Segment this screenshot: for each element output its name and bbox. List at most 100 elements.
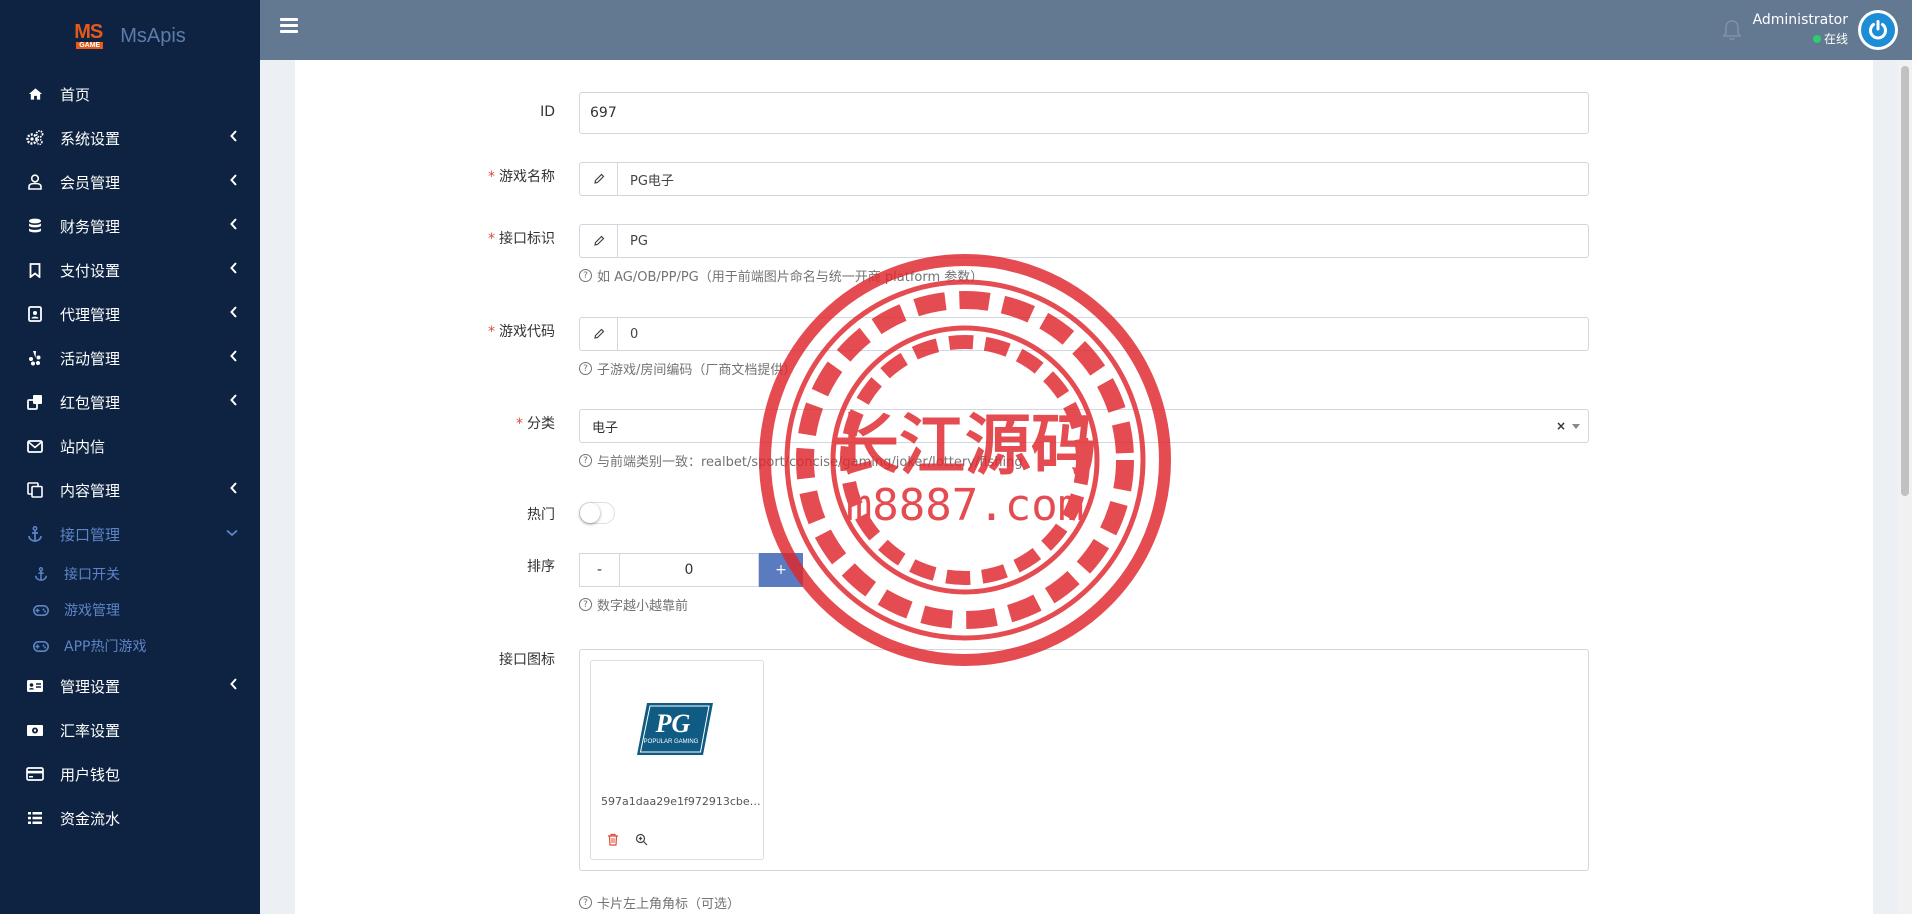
game-name-value: PG电子: [630, 173, 674, 189]
main-content: ID 697 * 游戏名称 PG电子 * 接口标识 PG ? 如 AG/OB/PP/P…: [295, 60, 1873, 914]
sidebar-item-home[interactable]: 首页: [0, 72, 260, 116]
anchor-icon: [32, 567, 50, 581]
api-code-label: * 接口标识: [488, 231, 555, 247]
game-name-label: * 游戏名称: [488, 169, 555, 185]
sidebar-item-label: 支付设置: [60, 261, 121, 280]
api-code-input[interactable]: PG: [579, 224, 1589, 258]
sidebar-subitem-api-switch[interactable]: 接口开关: [0, 556, 260, 592]
database-icon: [26, 217, 44, 235]
hot-field: [579, 502, 1589, 524]
sidebar-item-label: 管理设置: [60, 677, 121, 696]
pg-logo-image: PG POPULAR GAMING: [637, 703, 713, 755]
user-status-text: 在线: [1823, 32, 1848, 46]
sidebar-item-members[interactable]: 会员管理: [0, 160, 260, 204]
ms-game-logo: MS GAME: [74, 21, 112, 51]
sidebar-subitem-app-hot-games[interactable]: APP热门游戏: [0, 628, 260, 664]
envelope-icon: [26, 437, 44, 455]
zoom-in-icon[interactable]: [635, 833, 648, 850]
game-name-input[interactable]: PG电子: [579, 162, 1589, 196]
sidebar-item-label: 用户钱包: [60, 765, 121, 784]
chevron-left-icon: [230, 394, 238, 409]
pencil-icon: [580, 318, 618, 350]
money-icon: [26, 721, 44, 739]
id-label: ID: [540, 104, 555, 120]
question-circle-icon: ?: [579, 269, 592, 282]
sidebar-item-messages[interactable]: 站内信: [0, 424, 260, 468]
clear-icon[interactable]: ×: [1556, 419, 1566, 433]
credit-card-icon: [26, 765, 44, 783]
pg-logo-text: PG: [655, 709, 691, 738]
id-field[interactable]: 697: [579, 92, 1589, 134]
game-code-input[interactable]: 0: [579, 317, 1589, 351]
page-scrollbar[interactable]: [1898, 60, 1912, 914]
hot-toggle[interactable]: [579, 502, 615, 524]
id-input[interactable]: 697: [579, 92, 1589, 134]
sidebar-subitem-label: 游戏管理: [64, 603, 120, 619]
icon-uploader[interactable]: PG POPULAR GAMING 597a1daa29e1f972913cbe…: [579, 649, 1589, 871]
sidebar-item-system-settings[interactable]: 系统设置: [0, 116, 260, 160]
caret-down-icon[interactable]: [1572, 424, 1580, 429]
avatar[interactable]: [1858, 10, 1898, 50]
yelp-icon: [26, 349, 44, 367]
sidebar-item-label: 汇率设置: [60, 721, 121, 740]
game-code-help: ? 子游戏/房间编码（厂商文档提供）: [579, 359, 1589, 378]
category-help: ? 与前端类别一致：realbet/sport/concise/gaming/jo…: [579, 451, 1589, 470]
sidebar-item-agents[interactable]: 代理管理: [0, 292, 260, 336]
sidebar-item-content[interactable]: 内容管理: [0, 468, 260, 512]
sidebar-nav: 首页 系统设置 会员管理 财务管理 支付设置 代理管理 活动管理 红包管理 站内…: [0, 72, 260, 840]
chevron-left-icon: [230, 678, 238, 693]
sort-increment-button[interactable]: +: [759, 553, 803, 587]
user-name: Administrator: [1752, 12, 1848, 28]
corner-help: ? 卡片左上角角标（可选）: [579, 893, 1589, 912]
sidebar-item-activities[interactable]: 活动管理: [0, 336, 260, 380]
brand-name: MsApis: [120, 24, 186, 47]
power-icon: [1861, 13, 1895, 47]
uploaded-file-card: PG POPULAR GAMING 597a1daa29e1f972913cbe…: [590, 660, 764, 860]
online-dot-icon: [1812, 35, 1821, 43]
sidebar-item-label: 资金流水: [60, 809, 121, 828]
bell-icon[interactable]: [1722, 19, 1742, 45]
question-circle-icon: ?: [579, 362, 592, 375]
sidebar-item-admin-settings[interactable]: 管理设置: [0, 664, 260, 708]
user-info[interactable]: Administrator 在线: [1753, 12, 1848, 47]
brand[interactable]: MS GAME MsApis: [0, 0, 260, 72]
sort-decrement-button[interactable]: -: [579, 553, 619, 587]
gamepad-icon: [32, 640, 50, 652]
chevron-left-icon: [230, 306, 238, 321]
sidebar-item-label: 会员管理: [60, 173, 121, 192]
clone-icon: [26, 393, 44, 411]
api-code-field: PG ? 如 AG/OB/PP/PG（用于前端图片命名与统一开商 platform…: [579, 224, 1589, 285]
menu-toggle-icon[interactable]: [280, 18, 298, 34]
sidebar-item-label: 代理管理: [60, 305, 121, 324]
sort-input[interactable]: 0: [619, 553, 759, 587]
sidebar-item-label: 站内信: [60, 437, 106, 456]
question-circle-icon: ?: [579, 598, 592, 611]
sidebar-item-payment[interactable]: 支付设置: [0, 248, 260, 292]
category-label: * 分类: [516, 416, 555, 432]
id-card-icon: [26, 677, 44, 695]
game-code-field: 0 ? 子游戏/房间编码（厂商文档提供）: [579, 317, 1589, 378]
file-actions: [607, 833, 648, 850]
chevron-left-icon: [230, 130, 238, 145]
question-circle-icon: ?: [579, 896, 592, 909]
sidebar-item-exchange-rate[interactable]: 汇率设置: [0, 708, 260, 752]
game-name-field: PG电子: [579, 162, 1589, 196]
question-circle-icon: ?: [579, 454, 592, 467]
scrollbar-thumb[interactable]: [1901, 66, 1909, 496]
sidebar-item-api-management[interactable]: 接口管理: [0, 512, 260, 556]
sort-field: - 0 + ? 数字越小越靠前: [579, 553, 1589, 614]
chevron-left-icon: [230, 218, 238, 233]
sidebar-subitem-game-management[interactable]: 游戏管理: [0, 592, 260, 628]
sidebar-item-label: 红包管理: [60, 393, 121, 412]
sidebar-item-user-wallet[interactable]: 用户钱包: [0, 752, 260, 796]
trash-icon[interactable]: [607, 833, 619, 850]
sidebar-item-finance[interactable]: 财务管理: [0, 204, 260, 248]
sidebar-item-fund-flow[interactable]: 资金流水: [0, 796, 260, 840]
sidebar-item-red-packets[interactable]: 红包管理: [0, 380, 260, 424]
chevron-down-icon: [226, 526, 238, 540]
category-select[interactable]: 电子 ×: [579, 409, 1589, 443]
gamepad-icon: [32, 604, 50, 616]
logo-ms-text: MS: [74, 21, 103, 43]
sidebar-item-label: 接口管理: [60, 525, 121, 544]
sidebar-item-label: 财务管理: [60, 217, 121, 236]
